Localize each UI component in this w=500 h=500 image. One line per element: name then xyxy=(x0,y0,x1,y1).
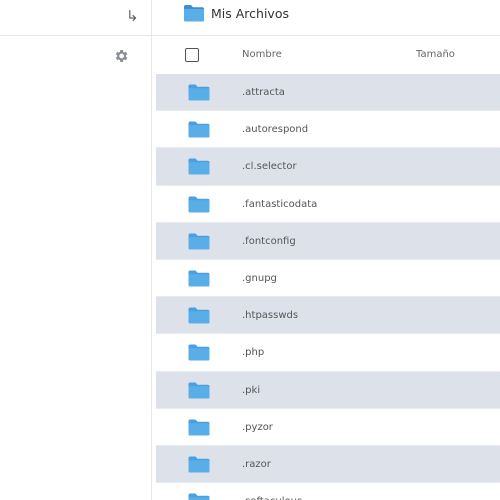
file-name[interactable]: .pki xyxy=(242,385,260,396)
table-row[interactable]: .php xyxy=(156,334,500,372)
file-name[interactable]: .autorespond xyxy=(242,124,308,135)
file-name[interactable]: .attracta xyxy=(242,87,285,98)
table-row[interactable]: .fantasticodata xyxy=(156,186,500,223)
table-row[interactable]: .gnupg xyxy=(156,260,500,298)
file-name[interactable]: .fantasticodata xyxy=(242,199,317,210)
file-name[interactable]: .htpasswds xyxy=(242,310,298,321)
table-row[interactable]: .pyzor xyxy=(156,409,500,447)
return-arrow-icon[interactable]: ↳ xyxy=(126,7,139,25)
folder-icon xyxy=(188,233,210,250)
file-name[interactable]: .softaculous xyxy=(242,496,302,500)
folder-icon xyxy=(188,307,210,324)
column-header-size[interactable]: Tamaño xyxy=(416,49,455,60)
folder-icon xyxy=(188,344,210,361)
gear-icon[interactable] xyxy=(113,48,129,64)
folder-icon xyxy=(188,456,210,473)
table-row[interactable]: .autorespond xyxy=(156,111,500,149)
table-row[interactable]: .htpasswds xyxy=(156,297,500,335)
table-row[interactable]: .attracta xyxy=(156,74,500,112)
table-row[interactable]: .razor xyxy=(156,445,500,484)
select-all-checkbox[interactable] xyxy=(185,48,199,62)
folder-icon xyxy=(188,196,210,213)
folder-icon xyxy=(188,84,210,101)
table-row[interactable]: .cl.selector xyxy=(156,148,500,186)
folder-icon xyxy=(188,158,210,175)
breadcrumb: Mis Archivos xyxy=(152,0,500,36)
file-name[interactable]: .pyzor xyxy=(242,422,273,433)
folder-icon xyxy=(188,382,210,398)
sidebar-top-bar: ↳ xyxy=(0,0,151,36)
file-name[interactable]: .cl.selector xyxy=(242,161,297,172)
column-header-name[interactable]: Nombre xyxy=(242,49,282,60)
sidebar: ↳ xyxy=(0,0,151,500)
table-row[interactable]: .pki xyxy=(156,371,500,409)
breadcrumb-title[interactable]: Mis Archivos xyxy=(211,6,289,22)
table-row[interactable]: .fontconfig xyxy=(156,222,500,261)
file-name[interactable]: .fontconfig xyxy=(242,236,296,247)
folder-icon xyxy=(188,121,210,138)
table-row[interactable]: .softaculous xyxy=(156,483,500,500)
file-browser: Mis Archivos Nombre Tamaño .attracta .aut… xyxy=(152,0,500,500)
folder-icon xyxy=(188,419,210,436)
folder-icon xyxy=(188,493,210,500)
table-header: Nombre Tamaño xyxy=(152,37,500,73)
folder-icon xyxy=(188,270,210,287)
file-name[interactable]: .gnupg xyxy=(242,273,277,284)
folder-icon xyxy=(184,5,204,22)
file-name[interactable]: .razor xyxy=(242,459,271,470)
file-name[interactable]: .php xyxy=(242,347,264,358)
file-list: .attracta .autorespond .cl.selector .fantas… xyxy=(156,74,500,500)
